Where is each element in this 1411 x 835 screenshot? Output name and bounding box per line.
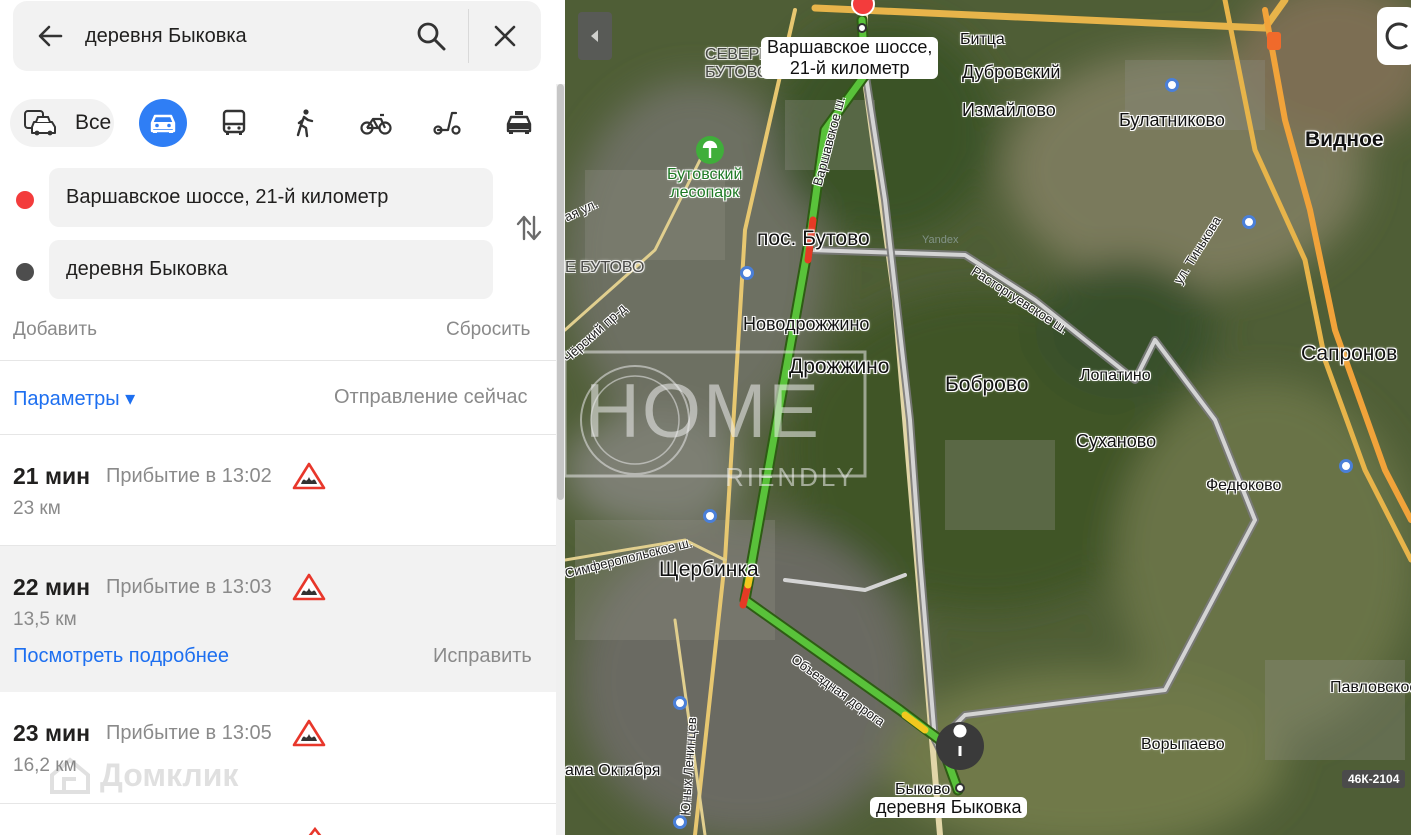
swap-points-icon[interactable] — [514, 213, 544, 243]
end-point-dot — [16, 263, 34, 281]
route-duration: 22 мин — [13, 574, 91, 600]
end-point-field[interactable]: деревня Быковка — [49, 240, 493, 299]
back-arrow-icon[interactable] — [37, 23, 63, 49]
pedestrian-icon — [296, 109, 314, 138]
place-label: Ворыпаево — [1141, 736, 1225, 753]
bus-icon — [222, 109, 246, 135]
mode-bus-button[interactable] — [210, 99, 258, 147]
place-label: Битца — [960, 31, 1005, 48]
route-option[interactable]: 21 мин Прибытие в 13:02 23 км — [0, 435, 556, 545]
route-arrival: Прибытие в 13:02 — [106, 465, 272, 487]
search-box[interactable]: деревня Быковка — [13, 1, 541, 71]
place-label: Щербинка — [659, 558, 759, 581]
route-distance: 23 км — [13, 498, 61, 519]
mode-bike-button[interactable] — [352, 99, 400, 147]
route-start-label: Варшавское шоссе, 21-й километр — [761, 37, 939, 79]
mode-car-button[interactable] — [139, 99, 187, 147]
mode-walk-button[interactable] — [281, 99, 329, 147]
domclick-watermark: Домклик — [48, 755, 238, 795]
route-end-label: деревня Быковка — [870, 797, 1028, 818]
route-panel: деревня Быковка Все Варшавское шоссе, 21… — [0, 0, 565, 835]
place-label: Дубровский — [962, 62, 1061, 82]
search-divider — [468, 9, 469, 63]
multi-transport-icon — [24, 110, 56, 136]
place-label: Боброво — [945, 373, 1029, 396]
place-label: Е БУТОВО — [565, 259, 645, 276]
road-warning-icon — [292, 462, 326, 490]
search-icon[interactable] — [416, 21, 446, 51]
transport-modes: Все — [10, 99, 555, 147]
panel-scrollbar[interactable] — [556, 84, 565, 835]
highway-badge: 46К-2104 — [1342, 770, 1406, 788]
mode-all-button[interactable]: Все — [10, 99, 114, 147]
park-label: Бутовский лесопарк — [667, 166, 743, 201]
collapse-arrow-icon — [591, 30, 598, 42]
place-label: Суханово — [1076, 431, 1157, 451]
metro-station-icon[interactable] — [1339, 459, 1353, 473]
mode-all-label: Все — [75, 111, 112, 134]
route-arrival: Прибытие в 13:03 — [106, 576, 272, 598]
layers-icon — [1385, 22, 1408, 50]
divider — [0, 360, 556, 361]
close-icon[interactable] — [492, 23, 518, 49]
route-duration: 23 мин — [13, 720, 91, 746]
metro-station-icon[interactable] — [703, 509, 717, 523]
route-distance: 13,5 км — [13, 609, 77, 630]
place-label: Сапронов — [1301, 342, 1398, 365]
scooter-icon — [433, 111, 461, 135]
yandex-mark: Yandex — [922, 234, 959, 246]
road-warning-icon — [292, 719, 326, 747]
map-control-button[interactable] — [1377, 7, 1411, 65]
place-label: Измайлово — [962, 100, 1056, 120]
map-view[interactable]: HOME RIENDLY СЕВЕРНОЕ БУТОВО Битца Дубро… — [565, 0, 1411, 835]
route-fix-button[interactable]: Исправить — [433, 645, 532, 668]
place-label: Новодрожжино — [743, 314, 870, 334]
place-label: Федюково — [1206, 477, 1282, 494]
place-label: Лопатино — [1080, 367, 1151, 384]
start-point-field[interactable]: Варшавское шоссе, 21-й километр — [49, 168, 493, 227]
params-dropdown[interactable]: Параметры ▾ — [13, 386, 135, 411]
place-label: Видное — [1305, 128, 1384, 151]
car-icon — [150, 114, 176, 133]
divider — [0, 803, 556, 804]
domclick-watermark-text: Домклик — [100, 756, 239, 793]
metro-station-icon[interactable] — [1165, 78, 1179, 92]
search-query[interactable]: деревня Быковка — [85, 25, 247, 48]
road-warning-icon — [308, 826, 322, 835]
add-point-button[interactable]: Добавить — [13, 319, 97, 341]
metro-station-icon[interactable] — [673, 815, 687, 829]
mode-scooter-button[interactable] — [423, 99, 471, 147]
place-label: Павловское — [1330, 679, 1411, 696]
collapse-panel-button[interactable] — [578, 12, 612, 60]
start-point-dot — [16, 191, 34, 209]
house-logo-icon — [50, 757, 90, 794]
route-details-link[interactable]: Посмотреть подробнее — [13, 645, 229, 668]
reset-button[interactable]: Сбросить — [446, 319, 530, 341]
bicycle-icon — [360, 113, 392, 135]
route-option-selected[interactable]: 22 мин Прибытие в 13:03 13,5 км Посмотре… — [0, 546, 556, 692]
departure-time-button[interactable]: Отправление сейчас — [334, 386, 541, 409]
metro-station-icon[interactable] — [1242, 215, 1256, 229]
metro-station-icon[interactable] — [740, 266, 754, 280]
mode-taxi-button[interactable] — [495, 99, 543, 147]
taxi-icon — [506, 111, 532, 134]
place-label: Дрожжино — [789, 355, 890, 378]
metro-station-icon[interactable] — [673, 696, 687, 710]
road-warning-icon — [292, 573, 326, 601]
place-label: ама Октября — [565, 762, 661, 779]
friendly-watermark-text: RIENDLY — [725, 462, 857, 492]
home-watermark-text: HOME — [585, 369, 821, 454]
scrollbar-thumb[interactable] — [557, 84, 564, 500]
route-duration: 21 мин — [13, 463, 91, 489]
place-label: Булатниково — [1119, 110, 1225, 130]
place-label: пос. Бутово — [757, 227, 870, 250]
route-arrival: Прибытие в 13:05 — [106, 722, 272, 744]
